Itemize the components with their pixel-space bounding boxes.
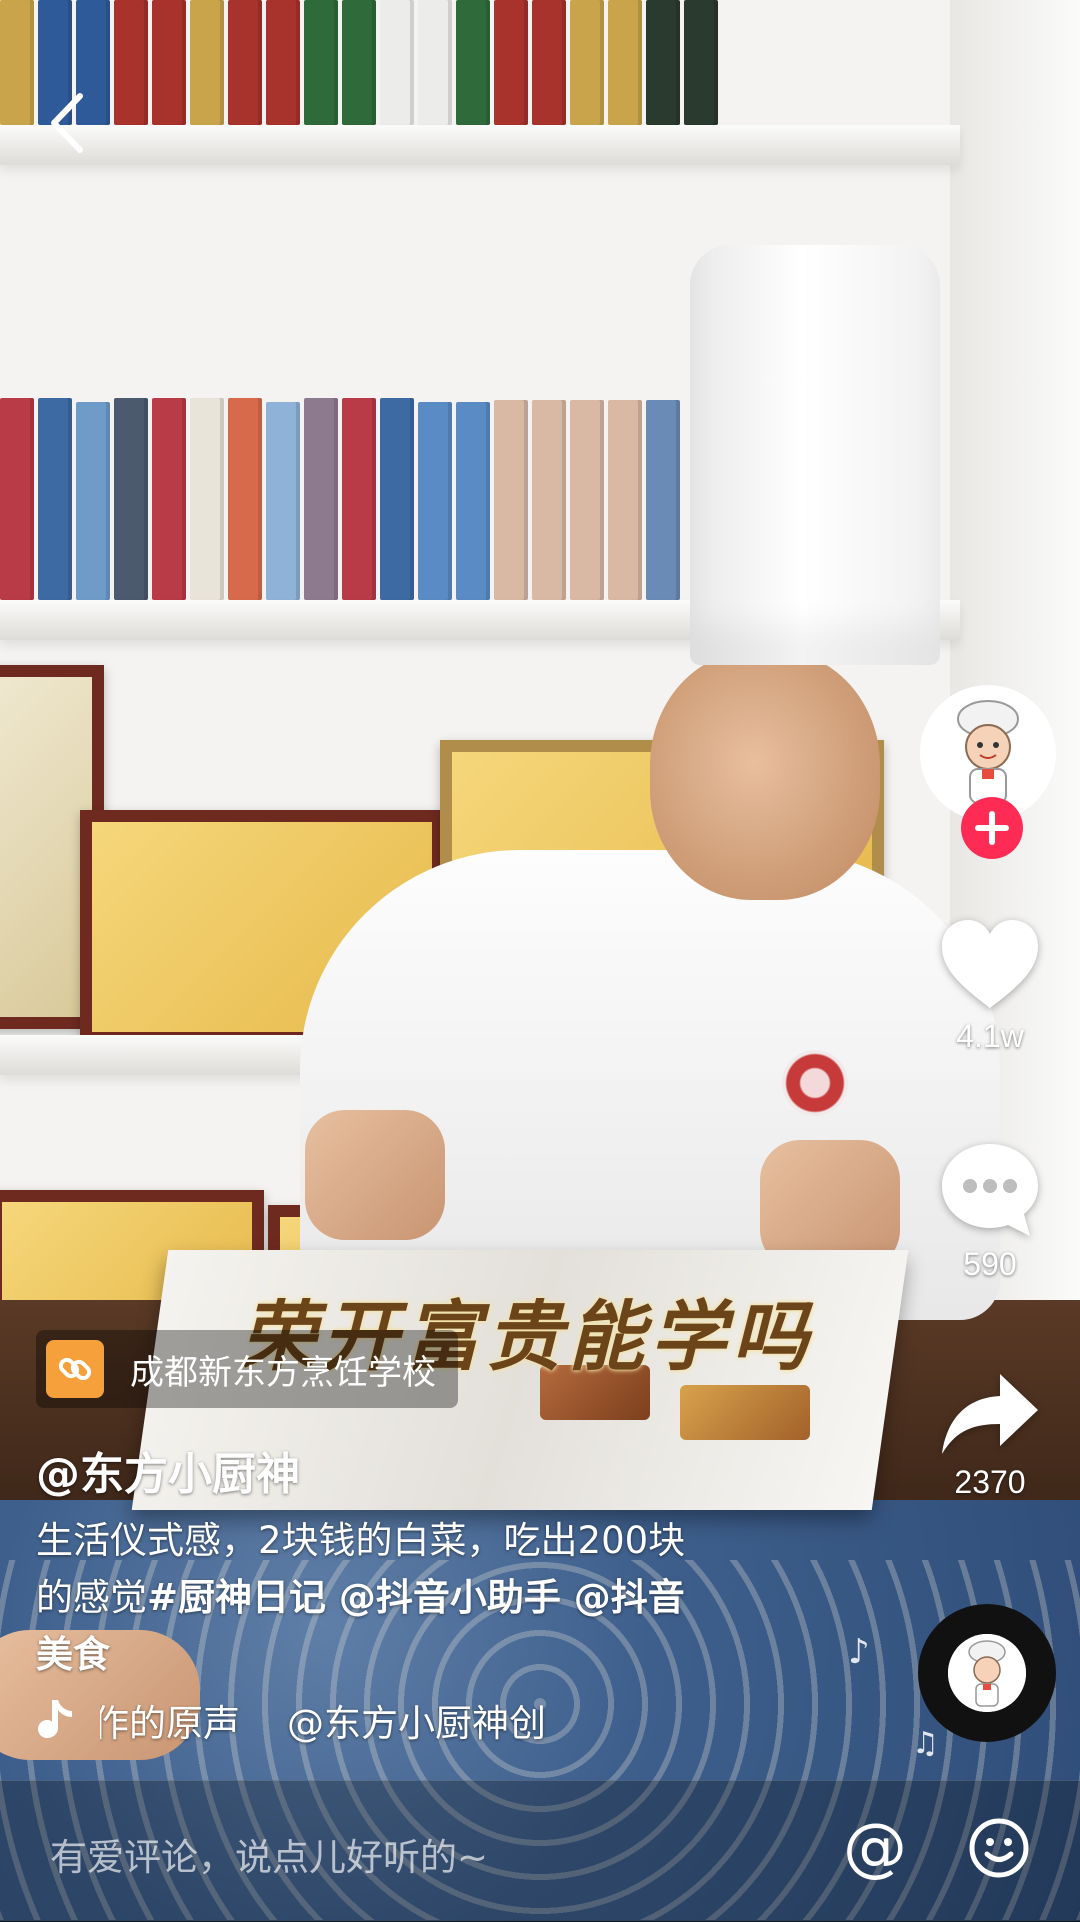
share-button[interactable]: 2370 — [920, 1368, 1060, 1501]
like-button[interactable]: 4.1w — [920, 918, 1060, 1055]
comment-input[interactable]: 有爱评论，说点儿好听的~ — [50, 1827, 488, 1881]
shelf-board-top — [0, 125, 960, 165]
comment-bar: 有爱评论，说点儿好听的~ @ — [0, 1780, 1080, 1922]
comment-bubble-icon — [942, 1144, 1038, 1236]
chef-face — [650, 650, 880, 900]
video-description: 生活仪式感，2块钱的白菜，吃出200块 的感觉#厨神日记 @抖音小助手 @抖音 … — [36, 1512, 816, 1683]
music-info[interactable]: 作的原声 @东方小厨神创 — [36, 1690, 596, 1750]
mention-link[interactable]: @抖音 — [561, 1576, 685, 1619]
floating-note-icon: ♪ — [848, 1632, 870, 1672]
follow-button[interactable] — [961, 797, 1023, 859]
top-shelf-books — [0, 0, 722, 125]
middle-shelf-books — [0, 398, 684, 600]
mention-button[interactable]: @ — [840, 1813, 910, 1883]
music-disc-cover — [948, 1634, 1026, 1712]
music-title: 作的原声 @东方小厨神创 — [100, 1702, 547, 1745]
music-title-marquee: 作的原声 @东方小厨神创 — [100, 1693, 590, 1747]
comment-button[interactable]: 590 — [920, 1140, 1060, 1283]
floating-note-icon: ♫ — [912, 1726, 939, 1761]
tiktok-note-icon — [38, 1700, 72, 1738]
smiley-icon — [969, 1818, 1029, 1878]
share-count: 2370 — [954, 1464, 1026, 1500]
heart-icon — [942, 920, 1038, 1008]
chevron-left-icon — [51, 93, 83, 153]
cookbook-photo — [680, 1385, 810, 1440]
chef-hat — [690, 245, 940, 665]
chef-hand-left — [305, 1110, 445, 1240]
author-handle[interactable]: @东方小厨神 — [36, 1438, 300, 1502]
comment-count: 590 — [963, 1246, 1017, 1282]
location-tag[interactable]: 成都新东方烹饪学校 — [36, 1330, 458, 1408]
mention-link-continued[interactable]: 美食 — [36, 1633, 110, 1676]
description-text: 的感觉 — [36, 1576, 147, 1619]
description-text: 生活仪式感，2块钱的白菜，吃出200块 — [36, 1519, 686, 1562]
link-icon — [46, 1340, 104, 1398]
location-label: 成都新东方烹饪学校 — [130, 1352, 436, 1393]
emoji-button[interactable] — [968, 1817, 1030, 1879]
plus-icon — [975, 811, 1009, 845]
hashtag-link[interactable]: #厨神日记 — [147, 1576, 326, 1619]
like-count: 4.1w — [956, 1018, 1024, 1054]
chef-badge — [782, 1050, 848, 1116]
at-sign-icon: @ — [843, 1811, 907, 1885]
back-button[interactable] — [44, 88, 94, 158]
share-arrow-icon — [942, 1374, 1038, 1454]
music-disc[interactable] — [918, 1604, 1056, 1742]
mention-link[interactable]: @抖音小助手 — [326, 1576, 561, 1619]
chef-cartoon-icon — [948, 1634, 1026, 1712]
